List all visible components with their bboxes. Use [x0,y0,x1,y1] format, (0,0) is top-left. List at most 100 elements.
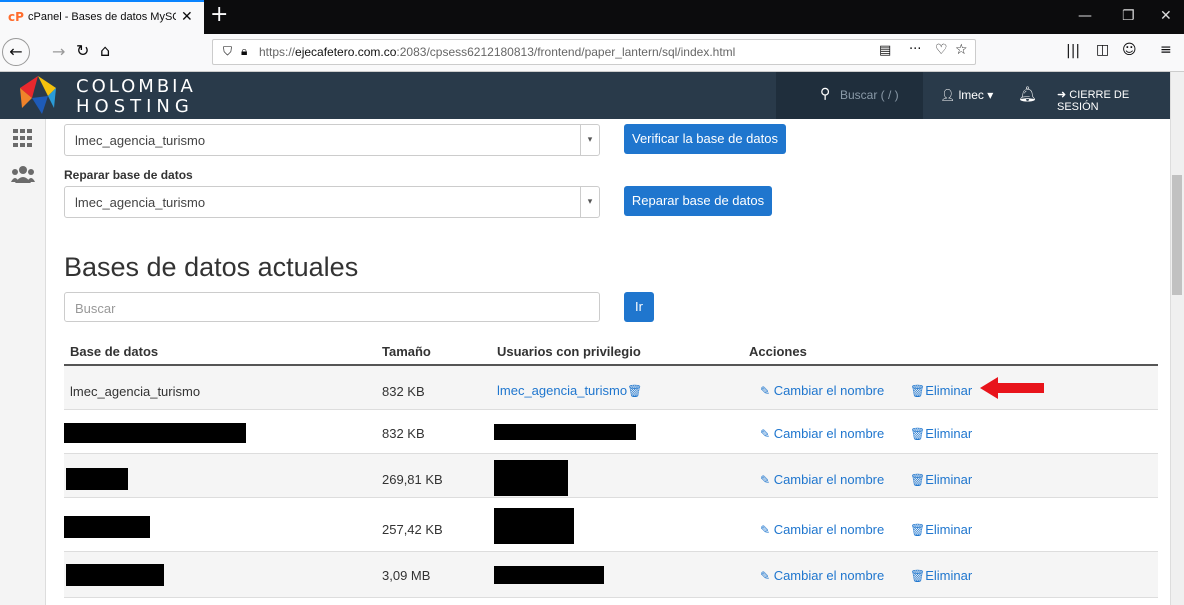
rename-label: Cambiar el nombre [773,522,885,537]
logo-text-line1: COLOMBIA [76,76,196,97]
pencil-icon: ✎ [760,569,771,583]
logout-button[interactable]: ➜ CIERRE DE SESIÓN [1057,88,1170,113]
table-row: 257,42 KB ✎ Cambiar el nombre 🗑︎Eliminar [64,498,1158,552]
trash-icon[interactable]: 🗑︎ [627,384,642,398]
apps-grid-icon[interactable] [13,129,33,147]
col-header-size[interactable]: Tamaño [382,344,431,359]
redacted-user [494,424,636,440]
logout-label: CIERRE DE SESIÓN [1057,89,1130,113]
pencil-icon: ✎ [760,523,771,537]
sidebar [0,119,46,605]
window-close-icon[interactable]: ✕ [1160,8,1172,24]
delete-link[interactable]: 🗑︎Eliminar [910,568,972,583]
repair-db-button[interactable]: Reparar base de datos [624,186,772,216]
delete-label: Eliminar [925,472,973,487]
browser-nav-bar: ← → ↻ ⌂ ⛉ 🔒︎ https://ejecafetero.com.co:… [0,34,1184,72]
pocket-icon[interactable]: ♡ [935,42,948,58]
col-header-users: Usuarios con privilegio [497,344,641,359]
sidebar-toggle-icon[interactable]: ◫ [1096,42,1109,58]
rename-link[interactable]: ✎ Cambiar el nombre [760,522,884,537]
browser-tab[interactable]: cP cPanel - Bases de datos MySQL ✕ [0,0,204,34]
user-name: lmec [958,88,984,102]
url-bar[interactable]: ⛉ 🔒︎ https://ejecafetero.com.co:2083/cps… [212,39,976,65]
repair-db-select[interactable]: lmec_agencia_turismo ▾ [64,186,600,218]
page-scrollbar-thumb[interactable] [1172,175,1182,295]
chevron-down-icon: ▾ [580,187,599,217]
user-icon: 👤︎ [940,88,956,102]
minimize-icon[interactable]: — [1078,8,1092,24]
library-icon[interactable]: ||| [1066,43,1080,59]
col-header-database[interactable]: Base de datos [70,344,158,359]
url-host: ejecafetero.com.co [295,45,397,59]
reload-icon[interactable]: ↻ [76,41,89,60]
logo-text-line2: HOSTING [76,96,194,117]
table-row: lmec_agencia_turismo 832 KB lmec_agencia… [64,366,1158,410]
redacted-db-name [64,423,246,443]
rename-link[interactable]: ✎ Cambiar el nombre [760,383,884,398]
logout-icon: ➜ [1057,89,1067,101]
repair-db-selected: lmec_agencia_turismo [75,195,206,210]
trash-icon: 🗑︎ [910,427,926,441]
maximize-icon[interactable]: ❐ [1122,8,1135,24]
db-search-input[interactable]: Buscar [64,292,600,322]
check-db-select[interactable]: lmec_agencia_turismo ▾ [64,124,600,156]
rename-link[interactable]: ✎ Cambiar el nombre [760,426,884,441]
current-dbs-heading: Bases de datos actuales [64,252,359,282]
rename-link[interactable]: ✎ Cambiar el nombre [760,568,884,583]
account-icon[interactable]: ☺ [1122,42,1137,58]
delete-label: Eliminar [925,383,973,398]
shield-icon[interactable]: ⛉ [223,44,232,59]
redacted-db-name [66,468,128,490]
caret-down-icon: ▾ [987,88,994,102]
rename-link[interactable]: ✎ Cambiar el nombre [760,472,884,487]
menu-icon[interactable]: ≡ [1160,42,1172,58]
redacted-user [494,460,568,496]
delete-link[interactable]: 🗑︎Eliminar [910,383,972,398]
trash-icon: 🗑︎ [910,569,926,583]
redacted-user [494,566,604,584]
db-name: lmec_agencia_turismo [70,384,201,399]
home-icon[interactable]: ⌂ [100,41,110,60]
check-db-button[interactable]: Verificar la base de datos [624,124,786,154]
delete-label: Eliminar [925,568,973,583]
pencil-icon: ✎ [760,473,771,487]
go-button[interactable]: Ir [624,292,654,322]
more-actions-icon[interactable]: ··· [909,42,921,57]
bell-icon[interactable]: 🔔︎ [1018,85,1037,103]
bookmark-star-icon[interactable]: ☆ [955,42,968,58]
db-search-placeholder: Buscar [75,301,116,316]
db-size: 257,42 KB [382,522,443,537]
forward-icon[interactable]: → [52,42,65,61]
delete-link[interactable]: 🗑︎Eliminar [910,522,972,537]
table-row: 832 KB ✎ Cambiar el nombre 🗑︎Eliminar [64,410,1158,454]
user-menu[interactable]: 👤︎ lmec ▾ [940,88,993,102]
redacted-db-name [64,516,150,538]
privileged-user-name[interactable]: lmec_agencia_turismo [497,383,627,398]
db-size: 832 KB [382,426,425,441]
table-row: 269,81 KB ✎ Cambiar el nombre 🗑︎Eliminar [64,454,1158,498]
rename-label: Cambiar el nombre [773,383,885,398]
rename-label: Cambiar el nombre [773,472,885,487]
header-search[interactable]: ⚲ Buscar ( / ) [776,72,923,119]
cpanel-header: COLOMBIA HOSTING ⚲ Buscar ( / ) 👤︎ lmec … [0,72,1170,119]
delete-link[interactable]: 🗑︎Eliminar [910,426,972,441]
db-size: 832 KB [382,384,425,399]
red-arrow-icon [980,377,1044,399]
new-tab-icon[interactable]: + [210,2,228,27]
url-path: :2083/cpsess6212180813/frontend/paper_la… [396,45,736,59]
cpanel-favicon-icon: cP [8,10,24,24]
tab-close-icon[interactable]: ✕ [181,9,193,25]
reader-view-icon[interactable]: ▤ [879,43,891,58]
lock-icon[interactable]: 🔒︎ [241,44,247,59]
redacted-user [494,508,574,544]
colombia-hosting-logo-icon[interactable] [18,74,58,116]
delete-label: Eliminar [925,426,973,441]
delete-link[interactable]: 🗑︎Eliminar [910,472,972,487]
page-scrollbar[interactable] [1170,72,1184,605]
users-icon[interactable] [11,165,35,183]
back-icon[interactable]: ← [2,38,30,66]
tab-title: cPanel - Bases de datos MySQL [28,11,176,23]
header-search-placeholder: Buscar ( / ) [840,88,899,102]
trash-icon: 🗑︎ [910,473,926,487]
privileged-user-link[interactable]: lmec_agencia_turismo🗑︎ [497,383,642,398]
